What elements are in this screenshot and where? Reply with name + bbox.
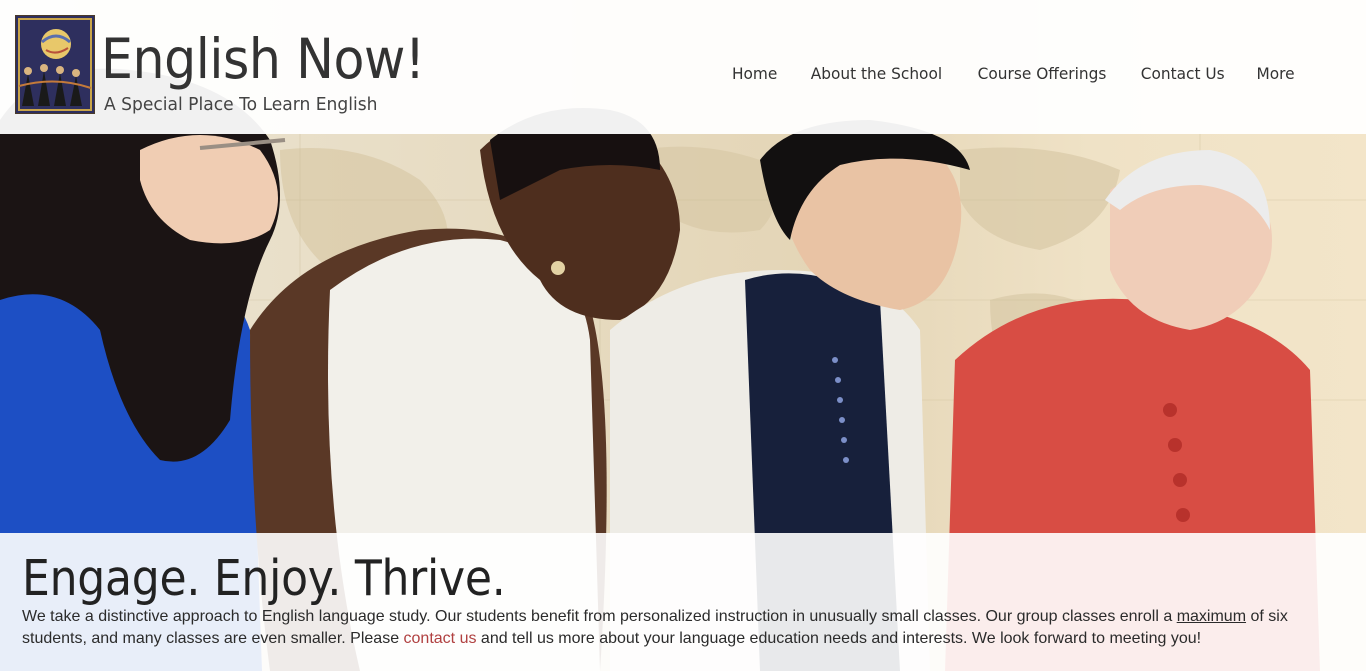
nav-item-course-offerings[interactable]: Course Offerings [963,64,1121,84]
nav-item-more[interactable]: More [1242,64,1295,84]
contact-us-link[interactable]: contact us [404,630,477,647]
intro-paragraph: We take a distinctive approach to Englis… [22,606,1322,650]
nav-item-about-the-school[interactable]: About the School [796,64,956,84]
nav-item-home[interactable]: Home [717,64,791,84]
site-tagline: A Special Place To Learn English [104,94,378,115]
main-nav: Home About the School Course Offerings C… [716,64,1296,84]
page-headline: Engage. Enjoy. Thrive. [22,550,506,607]
school-logo-icon[interactable] [15,15,95,114]
site-title[interactable]: English Now! [101,26,425,92]
intro-text-1: We take a distinctive approach to Englis… [22,608,1177,625]
intro-text-3: and tell us more about your language edu… [476,630,1202,647]
maximum-link[interactable]: maximum [1177,608,1246,625]
logo-illustration [16,16,94,113]
site-header: English Now! A Special Place To Learn En… [0,0,1366,134]
nav-item-contact-us[interactable]: Contact Us [1126,64,1239,84]
